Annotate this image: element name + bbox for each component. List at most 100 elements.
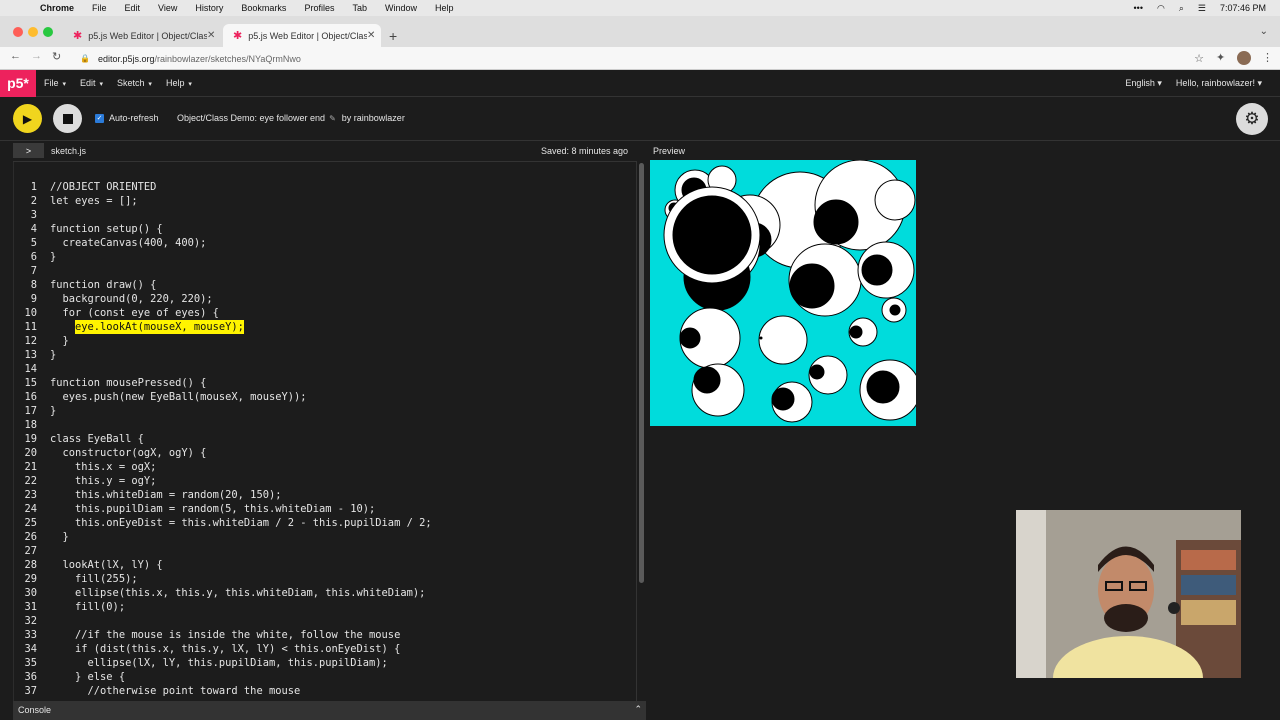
nav-file-menu[interactable]: File ▾: [44, 78, 66, 88]
code-text[interactable]: //otherwise point toward the mouse: [50, 684, 301, 698]
code-text[interactable]: }: [50, 530, 69, 544]
code-line[interactable]: 35 ellipse(lX, lY, this.pupilDiam, this.…: [13, 656, 633, 670]
code-line[interactable]: 3: [13, 208, 633, 222]
code-line[interactable]: 12 }: [13, 334, 633, 348]
code-line[interactable]: 31 fill(0);: [13, 600, 633, 614]
menu-file[interactable]: File: [92, 3, 107, 13]
code-text[interactable]: createCanvas(400, 400);: [50, 236, 207, 250]
code-editor[interactable]: 1//OBJECT ORIENTED 2 let eyes = []; 3 4 funct…: [13, 161, 636, 701]
code-line[interactable]: 15 function mousePressed() {: [13, 376, 633, 390]
code-text[interactable]: function setup() {: [50, 222, 163, 236]
menu-profiles[interactable]: Profiles: [304, 3, 334, 13]
code-text[interactable]: }: [50, 404, 56, 418]
code-text[interactable]: }: [50, 348, 56, 362]
code-line[interactable]: 11 eye.lookAt(mouseX, mouseY);: [13, 320, 633, 334]
more-dots-icon[interactable]: •••: [1134, 3, 1143, 13]
minimize-window-icon[interactable]: [28, 27, 38, 37]
wifi-icon[interactable]: ◠: [1157, 3, 1165, 14]
code-line[interactable]: 29 fill(255);: [13, 572, 633, 586]
pencil-icon[interactable]: ✎: [329, 114, 336, 123]
nav-sketch-menu[interactable]: Sketch ▾: [117, 78, 152, 88]
code-text[interactable]: //OBJECT ORIENTED: [50, 180, 156, 194]
code-text[interactable]: fill(0);: [50, 600, 125, 614]
bookmark-star-icon[interactable]: ☆: [1194, 52, 1204, 65]
code-text[interactable]: this.x = ogX;: [50, 460, 156, 474]
settings-button[interactable]: ⚙: [1236, 103, 1268, 135]
close-tab-icon[interactable]: ✕: [207, 30, 221, 41]
browser-tab-2[interactable]: ✱ p5.js Web Editor | Object/Class ✕: [223, 24, 381, 47]
code-line[interactable]: 26 }: [13, 530, 633, 544]
p5-logo[interactable]: p5*: [0, 69, 36, 97]
url-input[interactable]: 🔒 editor.p5js.org/rainbowlazer/sketches/…: [72, 49, 1208, 68]
toggle-sidebar-button[interactable]: >: [13, 143, 44, 158]
menu-history[interactable]: History: [195, 3, 223, 13]
code-text[interactable]: //if the mouse is inside the white, foll…: [50, 628, 400, 642]
code-line[interactable]: 9 background(0, 220, 220);: [13, 292, 633, 306]
code-line[interactable]: 14: [13, 362, 633, 376]
code-text[interactable]: if (dist(this.x, this.y, lX, lY) < this.…: [50, 642, 400, 656]
extensions-icon[interactable]: ✦: [1216, 51, 1225, 64]
code-text[interactable]: eyes.push(new EyeBall(mouseX, mouseY));: [50, 390, 307, 404]
menu-tab[interactable]: Tab: [352, 3, 367, 13]
scrollbar-thumb[interactable]: [639, 163, 644, 583]
clock[interactable]: 7:07:46 PM: [1220, 3, 1266, 13]
menu-edit[interactable]: Edit: [125, 3, 141, 13]
nav-edit-menu[interactable]: Edit ▾: [80, 78, 103, 88]
code-line[interactable]: 24 this.pupilDiam = random(5, this.white…: [13, 502, 633, 516]
code-line[interactable]: 5 createCanvas(400, 400);: [13, 236, 633, 250]
code-text[interactable]: this.onEyeDist = this.whiteDiam / 2 - th…: [50, 516, 432, 530]
menu-app-name[interactable]: Chrome: [40, 3, 74, 13]
code-text[interactable]: ellipse(this.x, this.y, this.whiteDiam, …: [50, 586, 425, 600]
stop-button[interactable]: [53, 104, 82, 133]
language-menu[interactable]: English ▾: [1125, 78, 1162, 89]
code-line[interactable]: 20 constructor(ogX, ogY) {: [13, 446, 633, 460]
code-line[interactable]: 16 eyes.push(new EyeBall(mouseX, mouseY)…: [13, 390, 633, 404]
code-line[interactable]: 1 //OBJECT ORIENTED: [13, 180, 633, 194]
code-text[interactable]: this.pupilDiam = random(5, this.whiteDia…: [50, 502, 375, 516]
checkbox-checked-icon[interactable]: ✓: [95, 113, 104, 123]
code-text[interactable]: ellipse(lX, lY, this.pupilDiam, this.pup…: [50, 656, 388, 670]
code-line[interactable]: 32: [13, 614, 633, 628]
code-line[interactable]: 6}: [13, 250, 633, 264]
code-line[interactable]: 34 if (dist(this.x, this.y, lX, lY) < th…: [13, 642, 633, 656]
menu-help[interactable]: Help: [435, 3, 454, 13]
code-text[interactable]: let eyes = [];: [50, 194, 138, 208]
browser-tab-1[interactable]: ✱ p5.js Web Editor | Object/Class ✕: [63, 24, 221, 47]
code-text[interactable]: for (const eye of eyes) {: [50, 306, 219, 320]
control-center-icon[interactable]: ☰: [1198, 3, 1206, 14]
code-line[interactable]: 27: [13, 544, 633, 558]
code-line[interactable]: 13}: [13, 348, 633, 362]
sketch-preview-canvas[interactable]: [650, 160, 916, 426]
code-line[interactable]: 30 ellipse(this.x, this.y, this.whiteDia…: [13, 586, 633, 600]
code-line[interactable]: 4 function setup() {: [13, 222, 633, 236]
sketch-title[interactable]: Object/Class Demo: eye follower end ✎ by r…: [177, 113, 405, 123]
code-line[interactable]: 10 for (const eye of eyes) {: [13, 306, 633, 320]
code-line[interactable]: 37 //otherwise point toward the mouse: [13, 684, 633, 698]
console-bar[interactable]: Console ⌃: [13, 701, 646, 720]
code-text[interactable]: function mousePressed() {: [50, 376, 206, 390]
nav-help-menu[interactable]: Help ▾: [166, 78, 192, 88]
code-line[interactable]: 7: [13, 264, 633, 278]
code-line[interactable]: 36 } else {: [13, 670, 633, 684]
code-line[interactable]: 28 lookAt(lX, lY) {: [13, 558, 633, 572]
chevron-up-icon[interactable]: ⌃: [634, 704, 642, 715]
code-line[interactable]: 18: [13, 418, 633, 432]
editor-scrollbar[interactable]: [636, 161, 646, 701]
play-button[interactable]: ▶: [13, 104, 42, 133]
code-line[interactable]: 2 let eyes = [];: [13, 194, 633, 208]
code-text[interactable]: lookAt(lX, lY) {: [50, 558, 163, 572]
new-tab-icon[interactable]: +: [389, 28, 397, 44]
code-text[interactable]: }: [50, 250, 56, 264]
menu-bookmarks[interactable]: Bookmarks: [241, 3, 286, 13]
code-text[interactable]: this.whiteDiam = random(20, 150);: [50, 488, 281, 502]
code-text[interactable]: function draw() {: [50, 278, 156, 292]
code-text[interactable]: this.y = ogY;: [50, 474, 156, 488]
menu-window[interactable]: Window: [385, 3, 417, 13]
back-icon[interactable]: ←: [10, 50, 21, 62]
close-tab-icon[interactable]: ✕: [367, 30, 381, 41]
code-text[interactable]: }: [50, 334, 69, 348]
code-line[interactable]: 19 class EyeBall {: [13, 432, 633, 446]
profile-avatar[interactable]: [1237, 51, 1251, 65]
code-line[interactable]: 8 function draw() {: [13, 278, 633, 292]
code-line[interactable]: 17}: [13, 404, 633, 418]
